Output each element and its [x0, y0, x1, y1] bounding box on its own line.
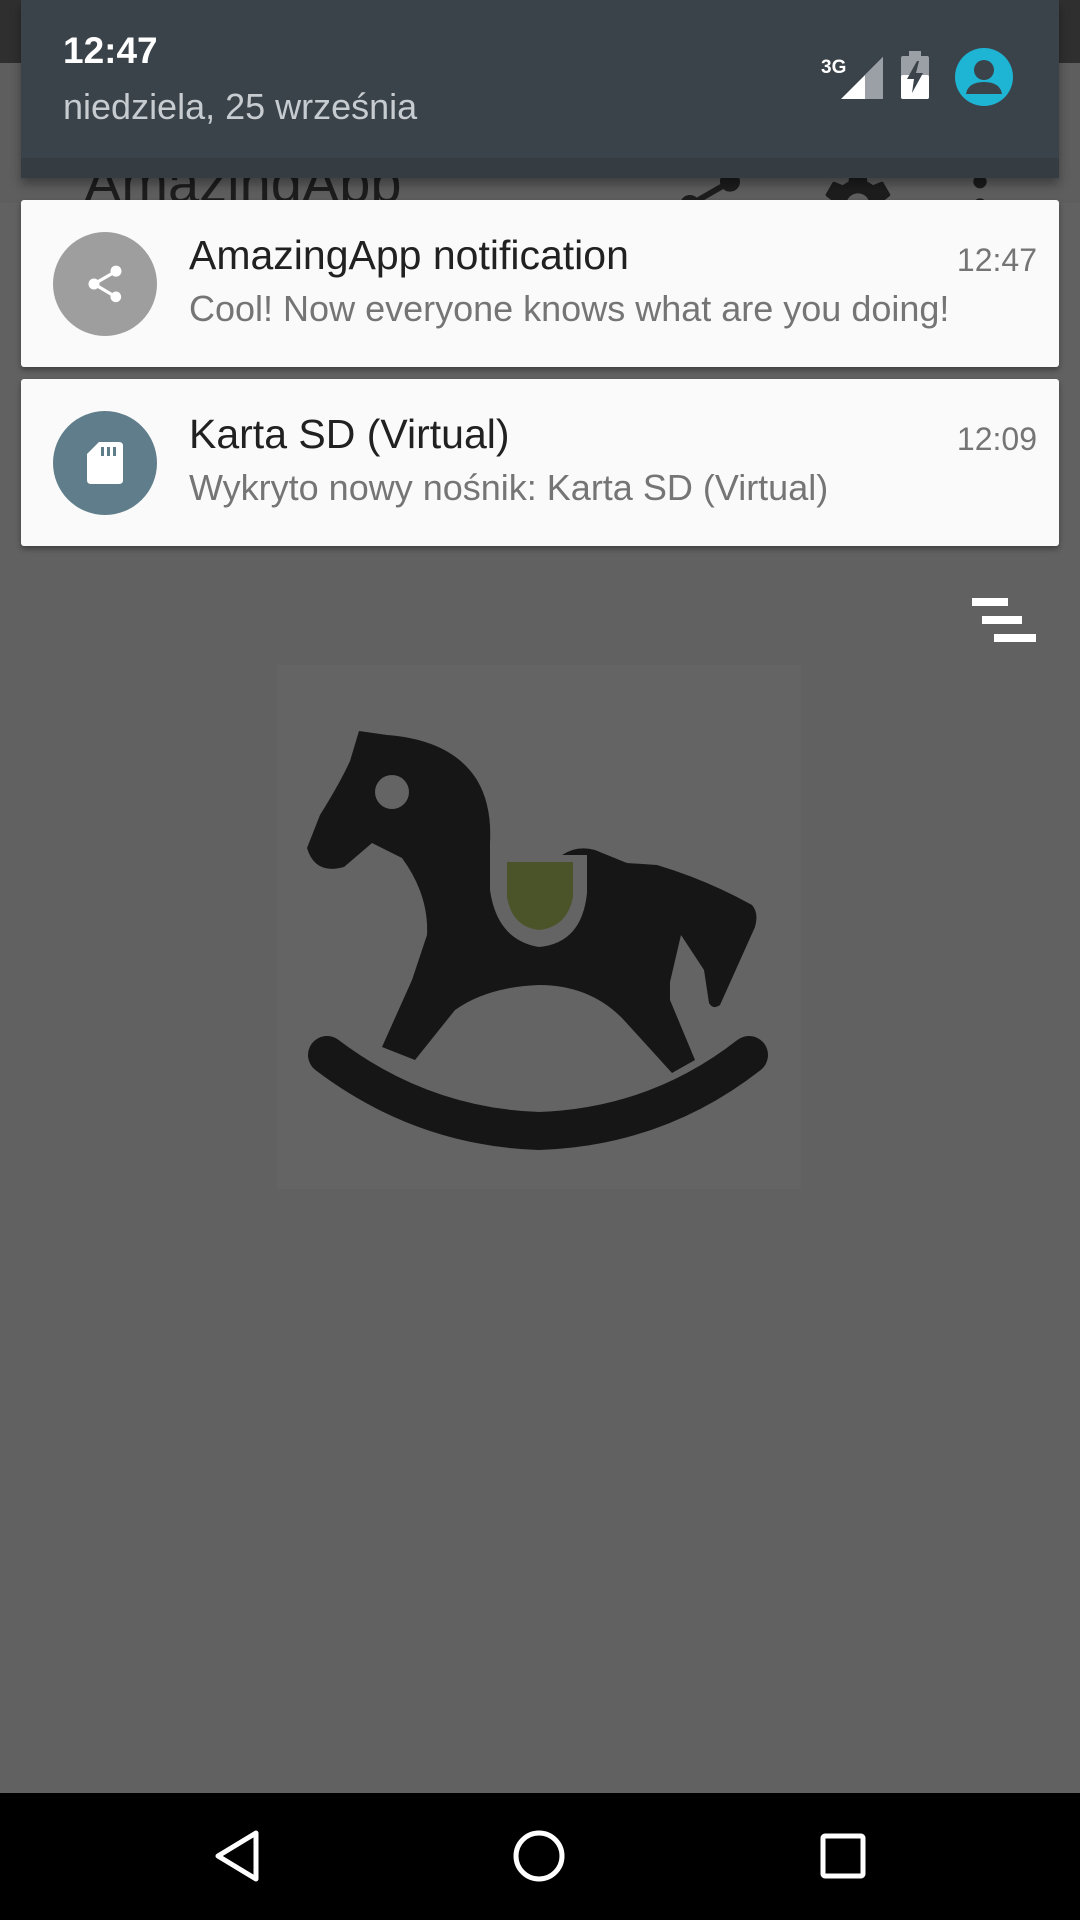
notification-time: 12:09: [956, 421, 1037, 457]
date: niedziela, 25 września: [63, 86, 418, 127]
notification-amazingapp[interactable]: AmazingApp notification Cool! Now everyo…: [21, 200, 1059, 367]
status-icons: 3G: [821, 48, 1013, 106]
home-icon[interactable]: [504, 1821, 574, 1891]
notification-text: Cool! Now everyone knows what are you do…: [189, 288, 950, 329]
screen: AmazingApp 12:47 niedziela, 25 września: [0, 0, 1080, 1920]
recents-icon[interactable]: [808, 1821, 878, 1891]
share-icon: [53, 232, 157, 336]
notification-sd-card[interactable]: Karta SD (Virtual) Wykryto nowy nośnik: …: [21, 379, 1059, 546]
battery-charging-icon: [901, 50, 929, 104]
back-icon[interactable]: [202, 1821, 272, 1891]
notification-time: 12:47: [956, 242, 1037, 278]
rocking-horse-image: [277, 665, 801, 1189]
signal-3g-icon: 3G: [821, 53, 885, 101]
sd-card-icon: [53, 411, 157, 515]
header-divider: [21, 158, 1059, 178]
user-avatar-icon[interactable]: [955, 48, 1013, 106]
notification-text: Wykryto nowy nośnik: Karta SD (Virtual): [189, 467, 829, 508]
clear-all-icon[interactable]: [972, 598, 1036, 644]
notification-title: Karta SD (Virtual): [189, 411, 510, 457]
navigation-bar: [0, 1793, 1080, 1920]
clock: 12:47: [63, 30, 158, 71]
notification-title: AmazingApp notification: [189, 232, 629, 278]
quick-settings-header[interactable]: 12:47 niedziela, 25 września 3G: [21, 0, 1059, 178]
